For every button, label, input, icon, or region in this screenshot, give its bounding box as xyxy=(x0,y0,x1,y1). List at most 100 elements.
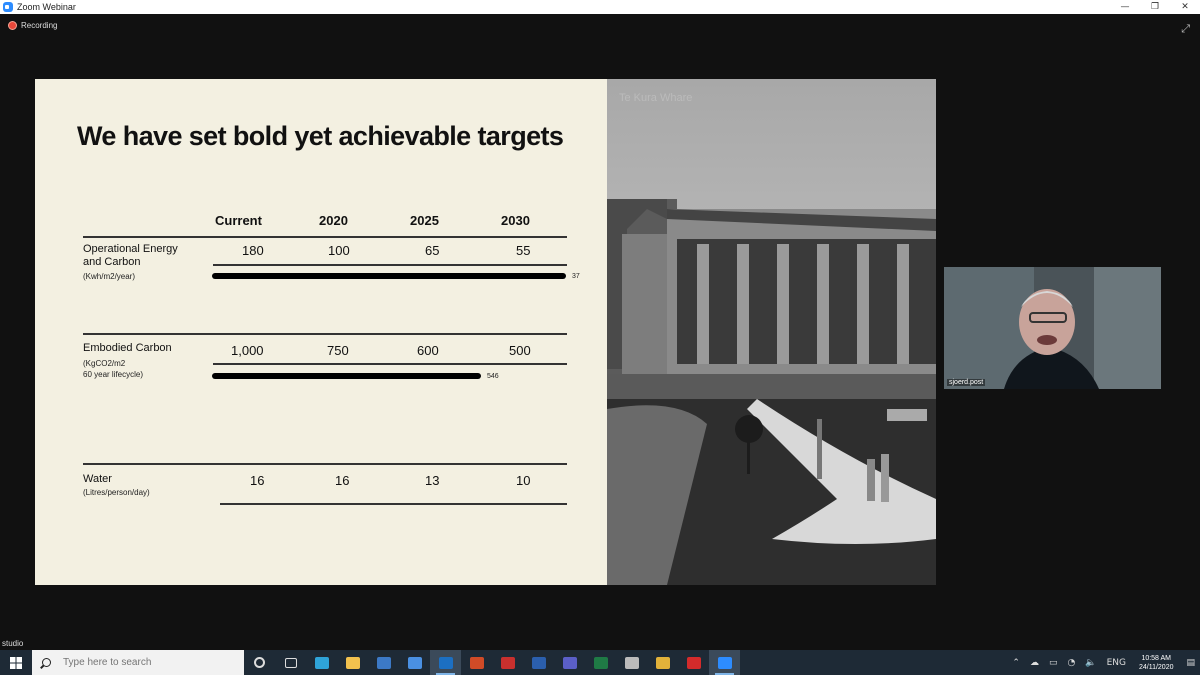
start-button[interactable] xyxy=(0,650,32,675)
shared-slide: We have set bold yet achievable targets … xyxy=(35,79,607,585)
windows-logo-icon xyxy=(10,656,22,669)
powerpoint-glyph xyxy=(469,656,484,669)
cortana-icon[interactable] xyxy=(244,650,275,675)
table-divider xyxy=(220,503,567,505)
table-cell: 16 xyxy=(250,473,265,488)
row-label: Operational Energy and Carbon xyxy=(83,243,178,268)
table-divider xyxy=(83,236,567,238)
building-photo: Te Kura Whare xyxy=(607,79,936,585)
recording-indicator[interactable]: Recording xyxy=(8,21,57,30)
column-header-current: Current xyxy=(215,213,262,228)
acrobat-icon[interactable] xyxy=(678,650,709,675)
edge-icon[interactable] xyxy=(306,650,337,675)
system-tray: ⌃ ☁ ▭ ◔ 🔈 ENG 10:58 AM 24/11/2020 ▤ xyxy=(1007,650,1200,675)
chevron-up-icon[interactable]: ⌃ xyxy=(1012,658,1020,668)
table-cell: 500 xyxy=(509,343,531,358)
table-divider xyxy=(83,463,567,465)
taskbar-clock[interactable]: 10:58 AM 24/11/2020 xyxy=(1139,654,1174,672)
table-cell: 100 xyxy=(328,243,350,258)
presenter-label: studio xyxy=(2,639,24,648)
column-header-2025: 2025 xyxy=(410,213,439,228)
close-button[interactable]: ✕ xyxy=(1170,0,1200,14)
table-cell: 600 xyxy=(417,343,439,358)
settings-icon[interactable] xyxy=(616,650,647,675)
file-explorer-glyph xyxy=(345,656,360,669)
volume-icon[interactable]: 🔈 xyxy=(1085,658,1096,668)
word-glyph xyxy=(531,656,546,669)
recording-label: Recording xyxy=(21,21,58,30)
chrome-icon[interactable] xyxy=(647,650,678,675)
table-cell: 16 xyxy=(335,473,350,488)
table-cell: 55 xyxy=(516,243,531,258)
teams-icon[interactable] xyxy=(554,650,585,675)
mail-glyph xyxy=(407,656,422,669)
minimize-button[interactable]: — xyxy=(1110,0,1140,14)
table-cell: 65 xyxy=(425,243,440,258)
excel-glyph xyxy=(593,656,608,669)
table-cell: 10 xyxy=(516,473,531,488)
target-bar-label: 546 xyxy=(487,373,499,380)
row-unit: (KgCO2/m2 60 year lifecycle) xyxy=(83,359,144,379)
acrobat-lock-glyph xyxy=(500,656,515,669)
onedrive-icon[interactable]: ☁ xyxy=(1030,658,1039,668)
column-header-2030: 2030 xyxy=(501,213,530,228)
zoom-icon[interactable] xyxy=(709,650,740,675)
taskbar-apps xyxy=(244,650,740,675)
network-icon[interactable]: ◔ xyxy=(1067,658,1075,668)
search-icon xyxy=(42,658,51,667)
window-title: Zoom Webinar xyxy=(17,2,76,12)
powerpoint-icon[interactable] xyxy=(461,650,492,675)
table-cell: 180 xyxy=(242,243,264,258)
taskbar-search[interactable] xyxy=(32,650,244,675)
chrome-glyph xyxy=(655,656,670,669)
table-cell: 1,000 xyxy=(231,343,264,358)
cortana-glyph xyxy=(254,657,265,668)
windows-taskbar: ⌃ ☁ ▭ ◔ 🔈 ENG 10:58 AM 24/11/2020 ▤ xyxy=(0,650,1200,675)
participant-name: sjoerd.post xyxy=(947,379,986,386)
row-unit: (Litres/person/day) xyxy=(83,488,150,497)
row-unit: (Kwh/m2/year) xyxy=(83,272,136,281)
word-icon[interactable] xyxy=(523,650,554,675)
battery-icon[interactable]: ▭ xyxy=(1049,658,1058,668)
window-controls: — ❐ ✕ xyxy=(1110,0,1200,14)
language-indicator[interactable]: ENG xyxy=(1107,658,1126,668)
table-cell: 750 xyxy=(327,343,349,358)
table-divider xyxy=(213,264,567,266)
outlook-glyph xyxy=(438,656,453,669)
zoom-meeting-area: Recording ⤢ We have set bold yet achieva… xyxy=(0,14,1200,650)
file-explorer-icon[interactable] xyxy=(337,650,368,675)
target-bar xyxy=(212,373,481,379)
participant-video-frame xyxy=(944,267,1161,389)
outlook-icon[interactable] xyxy=(430,650,461,675)
restore-button[interactable]: ❐ xyxy=(1140,0,1170,14)
acrobat-glyph xyxy=(686,656,701,669)
acrobat-lock-icon[interactable] xyxy=(492,650,523,675)
row-label: Water xyxy=(83,473,112,485)
mail-icon[interactable] xyxy=(399,650,430,675)
fullscreen-icon[interactable]: ⤢ xyxy=(1181,22,1190,36)
target-bar-label: 37 xyxy=(572,273,580,280)
zoom-app-icon xyxy=(3,2,13,12)
table-divider xyxy=(213,363,567,365)
task-view-icon[interactable] xyxy=(275,650,306,675)
participant-video[interactable]: sjoerd.post xyxy=(944,267,1161,389)
record-icon xyxy=(8,21,17,30)
photo-caption: Te Kura Whare xyxy=(619,92,693,104)
row-label: Embodied Carbon xyxy=(83,342,172,354)
search-input[interactable] xyxy=(63,657,233,668)
window-title-bar: Zoom Webinar — ❐ ✕ xyxy=(0,0,1200,14)
target-bar xyxy=(212,273,566,279)
zoom-glyph xyxy=(717,656,732,669)
table-divider xyxy=(83,333,567,335)
building-photo-image xyxy=(607,79,936,585)
store-icon[interactable] xyxy=(368,650,399,675)
excel-icon[interactable] xyxy=(585,650,616,675)
edge-glyph xyxy=(314,656,329,669)
notification-icon[interactable]: ▤ xyxy=(1186,658,1195,668)
settings-glyph xyxy=(624,656,639,669)
slide-title: We have set bold yet achievable targets xyxy=(77,121,564,151)
table-cell: 13 xyxy=(425,473,440,488)
task-view-glyph xyxy=(284,657,297,668)
teams-glyph xyxy=(562,656,577,669)
store-glyph xyxy=(376,656,391,669)
